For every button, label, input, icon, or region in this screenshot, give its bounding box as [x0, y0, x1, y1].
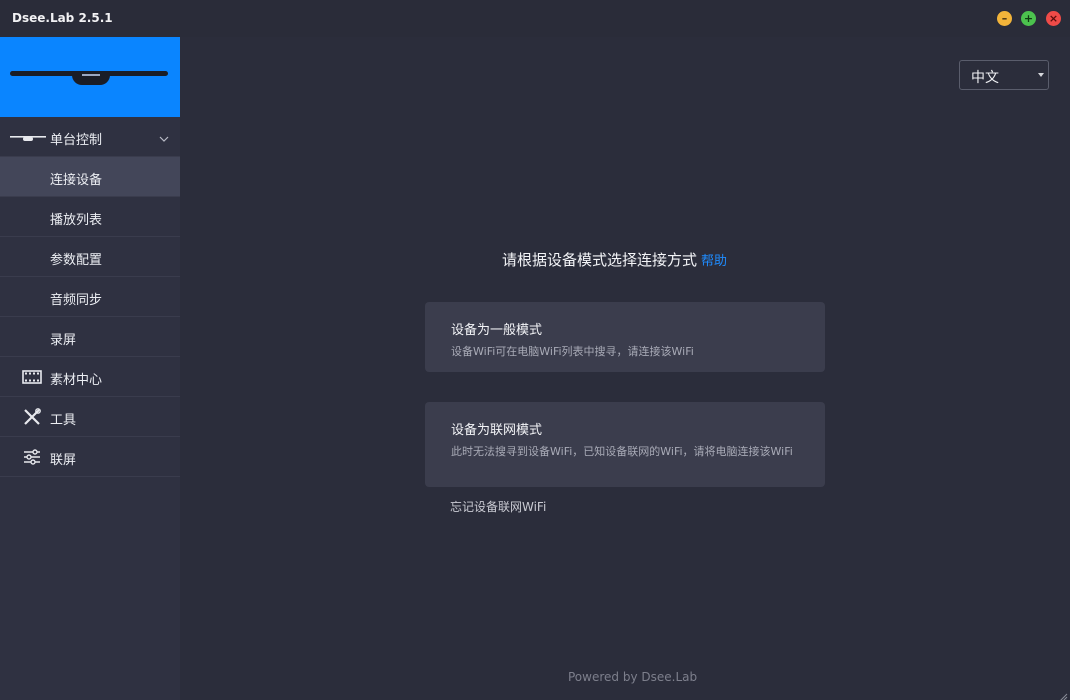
- sidebar-group-single-control[interactable]: 单台控制: [0, 117, 180, 157]
- network-mode-card[interactable]: 设备为联网模式 此时无法搜寻到设备WiFi，已知设备联网的WiFi，请将电脑连接…: [425, 402, 825, 487]
- main-content: 中文 请根据设备模式选择连接方式 帮助 设备为一般模式 设备WiFi可在电脑WiF…: [180, 37, 1070, 700]
- card-description: 此时无法搜寻到设备WiFi，已知设备联网的WiFi，请将电脑连接该WiFi: [451, 445, 793, 458]
- sidebar-item-material-center[interactable]: 素材中心: [0, 357, 180, 397]
- sidebar: 单台控制 连接设备 播放列表 参数配置 音频同步 录屏 素材中心 工具 联屏: [0, 37, 180, 700]
- sidebar-item-label: 连接设备: [50, 173, 103, 188]
- chevron-down-icon: [158, 130, 170, 142]
- resize-grip-icon[interactable]: [1057, 688, 1068, 700]
- language-select[interactable]: 中文: [959, 60, 1049, 90]
- title-bar: Dsee.Lab 2.5.1 – + ×: [0, 0, 1070, 37]
- sidebar-item-connect-device[interactable]: 连接设备: [0, 157, 180, 197]
- tools-icon: [22, 408, 42, 426]
- help-link[interactable]: 帮助: [701, 254, 727, 269]
- sidebar-item-label: 联屏: [50, 453, 77, 468]
- maximize-button[interactable]: +: [1021, 11, 1036, 26]
- sidebar-item-label: 素材中心: [50, 373, 103, 388]
- sidebar-item-label: 参数配置: [50, 253, 103, 268]
- sidebar-item-playlist[interactable]: 播放列表: [0, 197, 180, 237]
- normal-mode-card[interactable]: 设备为一般模式 设备WiFi可在电脑WiFi列表中搜寻，请连接该WiFi: [425, 302, 825, 372]
- sidebar-item-label: 工具: [50, 413, 77, 428]
- caret-down-icon: [1038, 73, 1044, 77]
- language-select-value: 中文: [971, 70, 999, 86]
- sidebar-item-tools[interactable]: 工具: [0, 397, 180, 437]
- connection-prompt: 请根据设备模式选择连接方式 帮助: [502, 249, 727, 270]
- minimize-button[interactable]: –: [997, 11, 1012, 26]
- sidebar-item-label: 录屏: [50, 333, 77, 348]
- app-title: Dsee.Lab 2.5.1: [12, 11, 113, 25]
- close-button[interactable]: ×: [1046, 11, 1061, 26]
- sidebar-item-multi-screen[interactable]: 联屏: [0, 437, 180, 477]
- fan-device-icon: [10, 128, 46, 146]
- sidebar-item-parameters[interactable]: 参数配置: [0, 237, 180, 277]
- card-description: 设备WiFi可在电脑WiFi列表中搜寻，请连接该WiFi: [451, 345, 694, 358]
- film-icon: [22, 368, 42, 386]
- sidebar-item-label: 播放列表: [50, 213, 103, 228]
- forget-wifi-link[interactable]: 忘记设备联网WiFi: [450, 498, 546, 515]
- card-title: 设备为联网模式: [451, 423, 543, 438]
- device-banner: [0, 37, 180, 117]
- sliders-icon: [22, 448, 42, 466]
- footer-text: Powered by Dsee.Lab: [568, 670, 698, 684]
- fan-light: [82, 74, 100, 76]
- sidebar-item-audio-sync[interactable]: 音频同步: [0, 277, 180, 317]
- prompt-text: 请根据设备模式选择连接方式: [502, 251, 698, 269]
- sidebar-item-screen-record[interactable]: 录屏: [0, 317, 180, 357]
- sidebar-item-label: 音频同步: [50, 293, 103, 308]
- sidebar-group-label: 单台控制: [50, 133, 103, 148]
- card-title: 设备为一般模式: [451, 323, 543, 338]
